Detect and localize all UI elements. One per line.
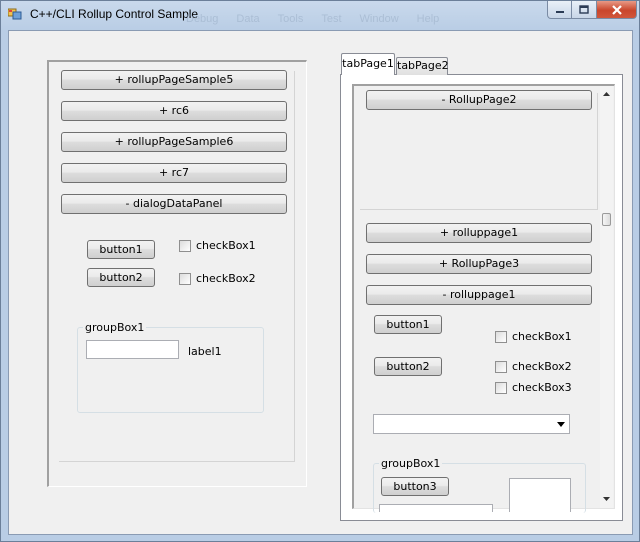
tab-tabPage2[interactable]: tabPage2 — [396, 57, 449, 75]
right-checkbox1[interactable] — [495, 331, 507, 343]
ghost-menu-item: Window — [359, 13, 399, 25]
app-icon — [8, 8, 22, 20]
minimize-button[interactable] — [547, 1, 572, 19]
button1[interactable]: button1 — [87, 240, 155, 259]
right-checkbox2[interactable] — [495, 361, 507, 373]
checkbox1[interactable] — [179, 240, 191, 252]
close-icon — [611, 4, 622, 15]
right-checkbox1-label[interactable]: checkBox1 — [512, 330, 572, 343]
right-checkbox2-label[interactable]: checkBox2 — [512, 360, 572, 373]
minimize-icon — [555, 10, 564, 13]
checkbox1-label[interactable]: checkBox1 — [196, 239, 256, 252]
rollup-header-dialogDataPanel[interactable]: - dialogDataPanel — [61, 194, 287, 214]
rollup-header-rollupPageSample5[interactable]: + rollupPageSample5 — [61, 70, 287, 90]
rollup-header-RollupPage3[interactable]: + RollupPage3 — [366, 254, 592, 274]
right-checkbox3-label[interactable]: checkBox3 — [512, 381, 572, 394]
tab-tabPage1[interactable]: tabPage1 — [341, 53, 395, 75]
ghost-menu: Debug Data Tools Test Window Help — [186, 13, 457, 25]
right-combobox[interactable] — [373, 414, 570, 434]
ghost-menu-item: Debug — [186, 13, 219, 25]
vertical-scrollbar[interactable] — [600, 86, 613, 508]
scroll-down-arrow-icon[interactable] — [603, 497, 610, 501]
chevron-down-icon — [557, 422, 565, 427]
checkbox2[interactable] — [179, 273, 191, 285]
ghost-menu-item: Data — [236, 13, 260, 25]
right-checkbox3[interactable] — [495, 382, 507, 394]
rollup-header-rolluppage1-b[interactable]: - rolluppage1 — [366, 285, 592, 305]
groupbox1-textbox[interactable] — [86, 340, 179, 359]
ghost-menu-item: Test — [321, 13, 342, 25]
rollup-header-rc7[interactable]: + rc7 — [61, 163, 287, 183]
right-button2[interactable]: button2 — [374, 357, 442, 376]
right-button3[interactable]: button3 — [381, 477, 449, 496]
rollup-header-rolluppage1-a[interactable]: + rolluppage1 — [366, 223, 592, 243]
right-groupbox1-title: groupBox1 — [379, 457, 443, 470]
scroll-thumb[interactable] — [602, 213, 611, 226]
rollup-header-RollupPage2[interactable]: - RollupPage2 — [366, 90, 592, 110]
title-bar[interactable]: C++/CLI Rollup Control Sample Debug Data T… — [1, 1, 639, 29]
maximize-button[interactable] — [572, 1, 597, 19]
button2[interactable]: button2 — [87, 268, 155, 287]
scroll-up-arrow-icon[interactable] — [603, 92, 610, 96]
right-button1[interactable]: button1 — [374, 315, 442, 334]
ghost-menu-item: Help — [416, 13, 440, 25]
rollup-header-rollupPageSample6[interactable]: + rollupPageSample6 — [61, 132, 287, 152]
checkbox2-label[interactable]: checkBox2 — [196, 272, 256, 285]
client-area: + rollupPageSample5 + rc6 + rollupPageSa… — [8, 30, 633, 535]
rollup-page2-body — [360, 93, 598, 210]
right-groupbox1-textbox[interactable] — [379, 504, 493, 512]
ghost-menu-item: Tools — [277, 13, 304, 25]
maximize-icon — [579, 5, 589, 14]
window-title: C++/CLI Rollup Control Sample — [30, 7, 199, 21]
right-groupbox1-picture — [509, 478, 571, 512]
close-button[interactable] — [597, 1, 637, 19]
rollup-header-rc6[interactable]: + rc6 — [61, 101, 287, 121]
label1: label1 — [188, 345, 222, 358]
main-window: C++/CLI Rollup Control Sample Debug Data T… — [0, 0, 640, 542]
groupbox1-title: groupBox1 — [83, 321, 147, 334]
